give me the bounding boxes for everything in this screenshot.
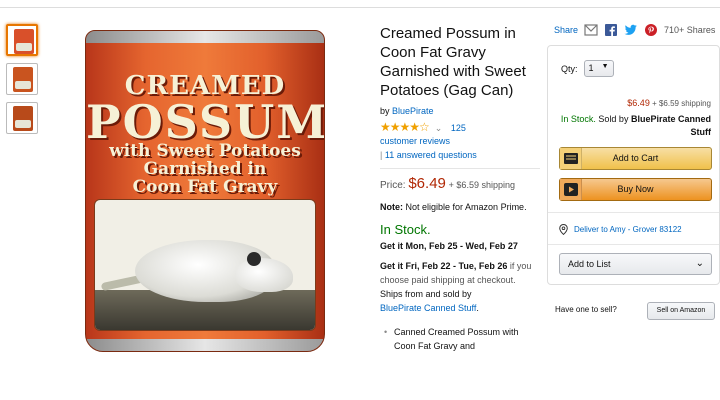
quantity-row: Qty: 1 ▼ (561, 60, 614, 77)
buy-now-button[interactable]: Buy Now (559, 178, 712, 201)
can-rim-top (86, 31, 324, 43)
can-text-gravy: Coon Fat Gravy (132, 177, 278, 197)
can-text-garnished: Garnished in (143, 159, 267, 179)
quantity-select[interactable]: 1 ▼ (583, 60, 614, 77)
facebook-icon[interactable] (604, 24, 618, 36)
cart-icon (560, 148, 582, 169)
shipping-cost: + $6.59 shipping (448, 180, 515, 190)
answered-questions-link[interactable]: 11 answered questions (385, 150, 477, 160)
thumbnail-strip (6, 24, 40, 141)
qty-value: 1 (588, 63, 594, 73)
price-value: $6.49 (408, 175, 446, 192)
twitter-icon[interactable] (624, 24, 638, 36)
buybox-seller: BluePirate Canned Stuff (630, 114, 711, 137)
top-divider (0, 0, 720, 8)
sell-prompt: Have one to sell? (555, 305, 617, 314)
product-title: Creamed Possum in Coon Fat Gravy Garnish… (380, 25, 526, 99)
can-text-sweet-potatoes: with Sweet Potatoes (109, 141, 301, 161)
note-label: Note: (380, 202, 403, 212)
buy-now-label: Buy Now (617, 184, 654, 194)
share-count: 710+ Shares (664, 25, 716, 35)
share-label[interactable]: Share (554, 25, 578, 35)
can-rim-bottom (86, 339, 324, 351)
ships-from-label: Ships from and sold by (380, 289, 472, 299)
feature-bullet: Canned Creamed Possum with Coon Fat Grav… (384, 325, 540, 353)
chevron-down-icon[interactable]: ⌄ (435, 123, 443, 133)
buybox-divider-2 (548, 244, 719, 245)
add-to-cart-label: Add to Cart (612, 153, 659, 163)
share-bar: Share 710+ Shares (554, 24, 715, 36)
product-details: Creamed Possum in Coon Fat Gravy Garnish… (380, 24, 540, 353)
prime-note: Note: Not eligible for Amazon Prime. (380, 200, 540, 214)
deliver-to-label: Deliver to Amy - Grover 83122 (574, 225, 682, 234)
byline: by BluePirate (380, 106, 540, 116)
chevron-down-icon: ⌄ (695, 258, 704, 269)
play-icon (560, 179, 582, 200)
buybox-price-value: $6.49 (627, 98, 650, 108)
thumbnail-1[interactable] (6, 24, 38, 56)
price-row: Price: $6.49 + $6.59 shipping (380, 175, 540, 192)
answered-questions: | 11 answered questions (380, 150, 540, 160)
add-to-cart-button[interactable]: Add to Cart (559, 147, 712, 170)
delivery-paid-dates: Get it Fri, Feb 22 - Tue, Feb 26 (380, 261, 508, 271)
stock-status: In Stock. (380, 222, 431, 237)
delivery-estimate-paid: Get it Fri, Feb 22 - Tue, Feb 26 if you … (380, 259, 540, 315)
brand-link[interactable]: BluePirate (392, 106, 434, 116)
sell-on-amazon-button[interactable]: Sell on Amazon (647, 302, 715, 320)
ships-end: . (476, 303, 479, 313)
possum-scene (94, 199, 316, 331)
feature-bullets: Canned Creamed Possum with Coon Fat Grav… (380, 325, 540, 353)
thumbnail-3[interactable] (6, 102, 38, 134)
qty-label: Qty: (561, 63, 578, 74)
possum-head (235, 258, 293, 292)
pinterest-icon[interactable] (644, 24, 658, 36)
thumbnail-2[interactable] (6, 63, 38, 95)
price-label: Price: (380, 180, 406, 191)
possum-ear (247, 252, 261, 266)
buy-box: Qty: 1 ▼ $6.49 + $6.59 shipping In Stock… (547, 45, 720, 285)
seller-link[interactable]: BluePirate Canned Stuff (380, 303, 476, 313)
divider (380, 168, 540, 169)
buybox-divider (548, 212, 719, 213)
deliver-to-link[interactable]: Deliver to Amy - Grover 83122 (559, 224, 682, 235)
review-count-link[interactable]: 125 (451, 123, 466, 133)
sold-by-label: Sold by (598, 114, 629, 124)
add-to-list-button[interactable]: Add to List ⌄ (559, 253, 712, 275)
by-prefix: by (380, 106, 390, 116)
buybox-price: $6.49 + $6.59 shipping (556, 98, 711, 108)
buybox-in-stock: In Stock. (560, 114, 596, 124)
delivery-estimate-free: Get it Mon, Feb 25 - Wed, Feb 27 (380, 241, 518, 251)
star-rating-icon[interactable]: ★★★★☆ (380, 120, 430, 134)
dropdown-arrow-icon: ▼ (601, 63, 609, 70)
buybox-stock: In Stock. Sold by BluePirate Canned Stuf… (548, 113, 711, 139)
separator: | (380, 150, 383, 160)
can-illustration: CREAMED POSSUM with Sweet Potatoes Garni… (85, 30, 325, 352)
email-icon[interactable] (584, 24, 598, 36)
add-to-list-label: Add to List (568, 259, 611, 269)
location-pin-icon (559, 224, 568, 235)
note-text: Not eligible for Amazon Prime. (405, 202, 527, 212)
rating-row: ★★★★☆ ⌄ 125 customer reviews (380, 121, 540, 148)
customer-reviews-link[interactable]: customer reviews (380, 136, 450, 146)
main-product-image[interactable]: CREAMED POSSUM with Sweet Potatoes Garni… (83, 24, 327, 354)
buybox-shipping: + $6.59 shipping (652, 99, 711, 108)
